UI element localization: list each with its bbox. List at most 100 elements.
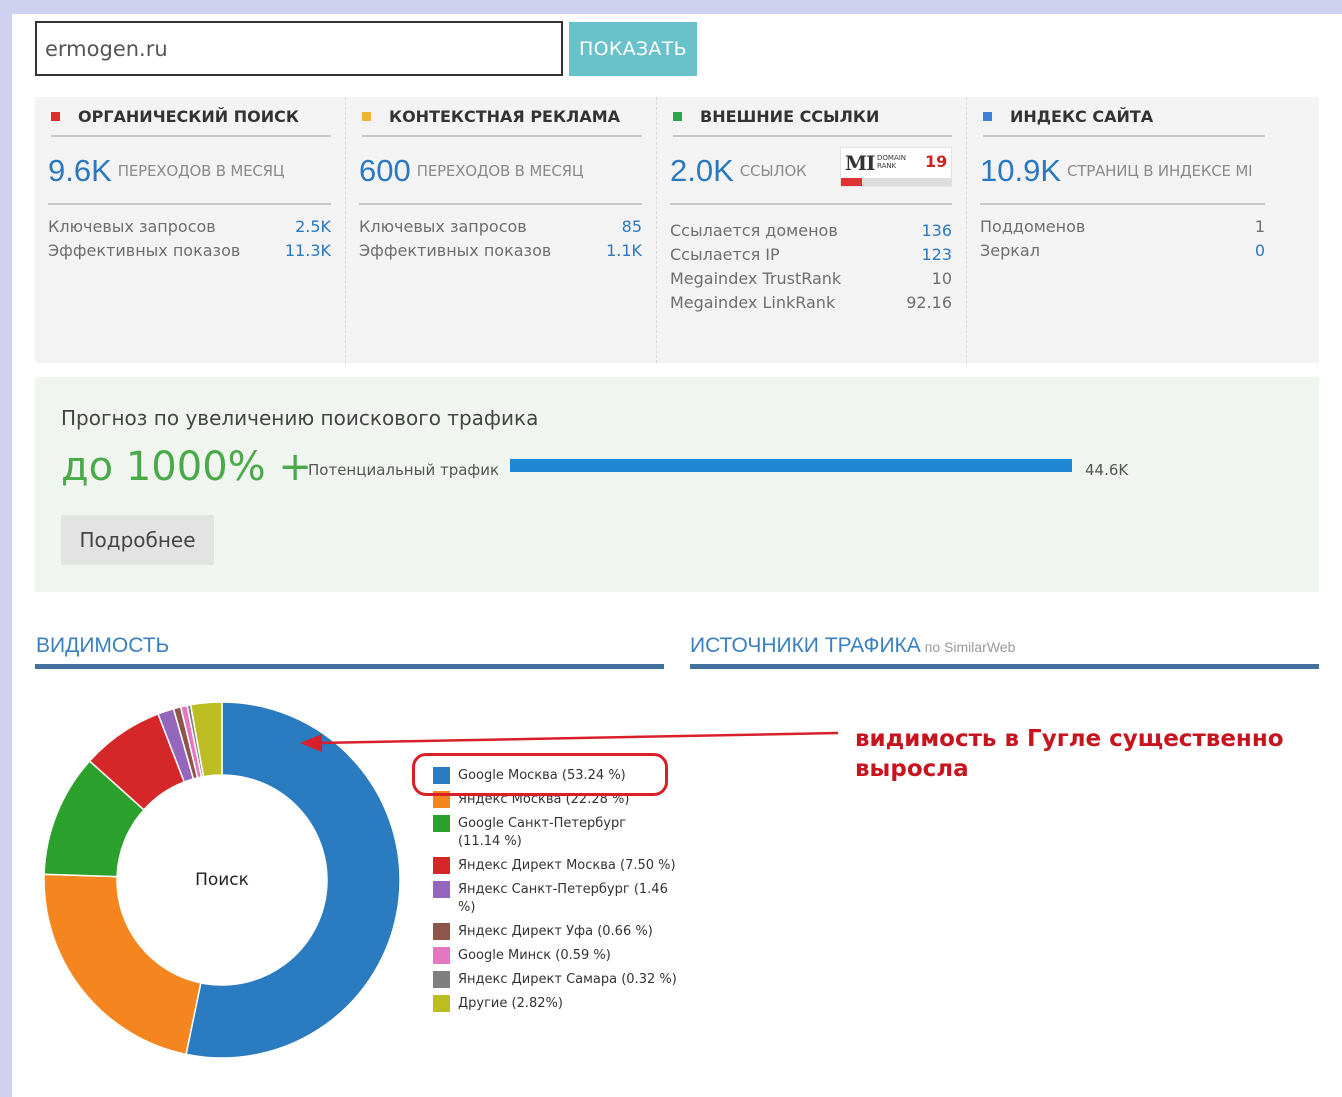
donut-legend: Google Москва (53.24 %) Яндекс Москва (22… <box>420 767 680 1019</box>
stat-main-value: 10.9K СТРАНИЦ В ИНДЕКСЕ MI <box>980 139 1265 205</box>
stat-main-value: 9.6K ПЕРЕХОДОВ В МЕСЯЦ <box>48 139 331 205</box>
stat-header: ВНЕШНИЕ ССЫЛКИ <box>673 97 952 137</box>
row-label: Ссылается доменов <box>670 221 838 240</box>
stat-row: Ссылается IP 123 <box>670 243 952 267</box>
row-value[interactable]: 0 <box>1255 239 1265 263</box>
donut-slice[interactable] <box>43 873 202 1056</box>
more-details-button[interactable]: Подробнее <box>61 515 214 565</box>
show-button[interactable]: ПОКАЗАТЬ <box>569 22 697 76</box>
legend-label: Яндекс Директ Москва (7.50 %) <box>458 858 676 873</box>
stat-rows: Поддоменов 1 Зеркал 0 <box>980 215 1265 263</box>
legend-swatch <box>433 947 450 964</box>
window-frame-left <box>0 0 12 1097</box>
stat-row: Ссылается доменов 136 <box>670 219 952 243</box>
row-value: 92.16 <box>906 293 952 312</box>
badge-text-1: DOMAIN <box>877 154 907 162</box>
legend-swatch <box>433 815 450 832</box>
stat-rows: Ключевых запросов 2.5K Эффективных показо… <box>48 215 331 263</box>
traffic-sources-underline <box>690 664 1319 669</box>
stat-title: ОРГАНИЧЕСКИЙ ПОИСК <box>78 106 299 126</box>
stat-unit: ПЕРЕХОДОВ В МЕСЯЦ <box>416 162 584 180</box>
row-label: Поддоменов <box>980 217 1086 236</box>
stat-header: ИНДЕКС САЙТА <box>983 97 1265 137</box>
forecast-growth: до 1000% + <box>61 444 312 490</box>
domain-rank-caption: DOMAIN RANK <box>877 154 906 170</box>
potential-traffic-bar <box>510 459 1072 472</box>
stat-context-ads: КОНТЕКСТНАЯ РЕКЛАМА 600 ПЕРЕХОДОВ В МЕСЯ… <box>345 97 656 363</box>
visibility-donut-chart: Поиск <box>43 701 401 1059</box>
legend-label: Яндекс Директ Уфа (0.66 %) <box>458 924 653 939</box>
row-label: Ссылается IP <box>670 245 780 264</box>
legend-item[interactable]: Яндекс Директ Москва (7.50 %) <box>420 857 680 875</box>
legend-swatch <box>433 881 450 898</box>
stat-organic-search: ОРГАНИЧЕСКИЙ ПОИСК 9.6K ПЕРЕХОДОВ В МЕСЯ… <box>35 97 345 363</box>
stat-row: Эффективных показов 11.3K <box>48 239 331 263</box>
row-label: Зеркал <box>980 241 1040 260</box>
badge-text-2: RANK <box>877 162 897 170</box>
row-value[interactable]: 1.1K <box>606 239 642 263</box>
stat-site-index: ИНДЕКС САЙТА 10.9K СТРАНИЦ В ИНДЕКСЕ MI … <box>966 97 1279 363</box>
row-label: Эффективных показов <box>359 241 552 260</box>
row-value[interactable]: 11.3K <box>285 239 331 263</box>
stat-row: Ключевых запросов 85 <box>359 215 642 239</box>
stat-rows: Ссылается доменов 136 Ссылается IP 123 Meg… <box>670 219 952 315</box>
red-square-icon <box>51 111 60 121</box>
domain-rank-value: 19 <box>925 152 948 171</box>
legend-item[interactable]: Другие (2.82%) <box>420 995 680 1013</box>
legend-swatch <box>433 971 450 988</box>
row-value[interactable]: 123 <box>921 243 952 267</box>
stat-unit: СТРАНИЦ В ИНДЕКСЕ MI <box>1067 162 1253 180</box>
stat-big-number: 600 <box>359 153 411 188</box>
row-label: Megaindex TrustRank <box>670 269 842 288</box>
forecast-title: Прогноз по увеличению поискового трафика <box>61 406 539 430</box>
row-value[interactable]: 85 <box>622 215 642 239</box>
stat-row: Зеркал 0 <box>980 239 1265 263</box>
window-frame-top <box>0 0 1342 14</box>
highlight-callout-box <box>412 753 668 796</box>
visibility-underline <box>35 664 664 669</box>
domain-search-input[interactable] <box>35 21 563 76</box>
legend-swatch <box>433 995 450 1012</box>
stat-row: Megaindex TrustRank 10 <box>670 267 952 291</box>
row-label: Megaindex LinkRank <box>670 293 836 312</box>
stat-row: Ключевых запросов 2.5K <box>48 215 331 239</box>
stat-title: ВНЕШНИЕ ССЫЛКИ <box>700 106 880 126</box>
legend-item[interactable]: Яндекс Санкт-Петербург (1.46 %) <box>420 881 680 917</box>
stat-external-links: ВНЕШНИЕ ССЫЛКИ 2.0K ССЫЛОК MI DOMAIN RANK… <box>656 97 966 363</box>
annotation-text: видимость в Гугле существенно выросла <box>855 726 1284 782</box>
legend-item[interactable]: Google Минск (0.59 %) <box>420 947 680 965</box>
legend-label: Google Санкт-Петербург (11.14 %) <box>458 816 627 849</box>
row-value: 1 <box>1254 217 1265 236</box>
stat-main-value: 600 ПЕРЕХОДОВ В МЕСЯЦ <box>359 139 642 205</box>
stat-unit: ССЫЛОК <box>739 162 807 180</box>
row-value[interactable]: 2.5K <box>295 215 331 239</box>
forecast-panel: Прогноз по увеличению поискового трафика… <box>35 377 1319 592</box>
green-square-icon <box>673 111 682 121</box>
row-label: Ключевых запросов <box>359 217 527 236</box>
domain-rank-badge[interactable]: MI DOMAIN RANK 19 <box>840 147 952 187</box>
legend-swatch <box>433 857 450 874</box>
row-value[interactable]: 136 <box>921 219 952 243</box>
legend-item[interactable]: Яндекс Директ Самара (0.32 %) <box>420 971 680 989</box>
domain-rank-bar <box>841 178 951 186</box>
traffic-sources-title-text: ИСТОЧНИКИ ТРАФИКА <box>690 634 921 657</box>
visibility-section-title: ВИДИМОСТЬ <box>36 634 170 657</box>
donut-center-label: Поиск <box>195 870 249 890</box>
stat-big-number: 2.0K <box>670 153 734 188</box>
traffic-sources-subtitle: по SimilarWeb <box>924 639 1016 655</box>
legend-label: Другие (2.82%) <box>458 996 563 1011</box>
legend-label: Google Минск (0.59 %) <box>458 948 611 963</box>
legend-item[interactable]: Google Санкт-Петербург (11.14 %) <box>420 815 680 851</box>
stats-panel: ОРГАНИЧЕСКИЙ ПОИСК 9.6K ПЕРЕХОДОВ В МЕСЯ… <box>35 97 1319 363</box>
stat-title: КОНТЕКСТНАЯ РЕКЛАМА <box>389 106 621 126</box>
row-label: Эффективных показов <box>48 241 241 260</box>
legend-item[interactable]: Яндекс Директ Уфа (0.66 %) <box>420 923 680 941</box>
stat-header: ОРГАНИЧЕСКИЙ ПОИСК <box>51 97 331 137</box>
potential-traffic-label: Потенциальный трафик <box>308 461 500 479</box>
megaindex-logo: MI <box>845 151 875 175</box>
yellow-square-icon <box>362 111 371 121</box>
potential-traffic-value: 44.6K <box>1085 461 1129 479</box>
blue-square-icon <box>983 111 992 121</box>
stat-big-number: 9.6K <box>48 153 112 188</box>
legend-label: Яндекс Санкт-Петербург (1.46 %) <box>458 882 668 915</box>
